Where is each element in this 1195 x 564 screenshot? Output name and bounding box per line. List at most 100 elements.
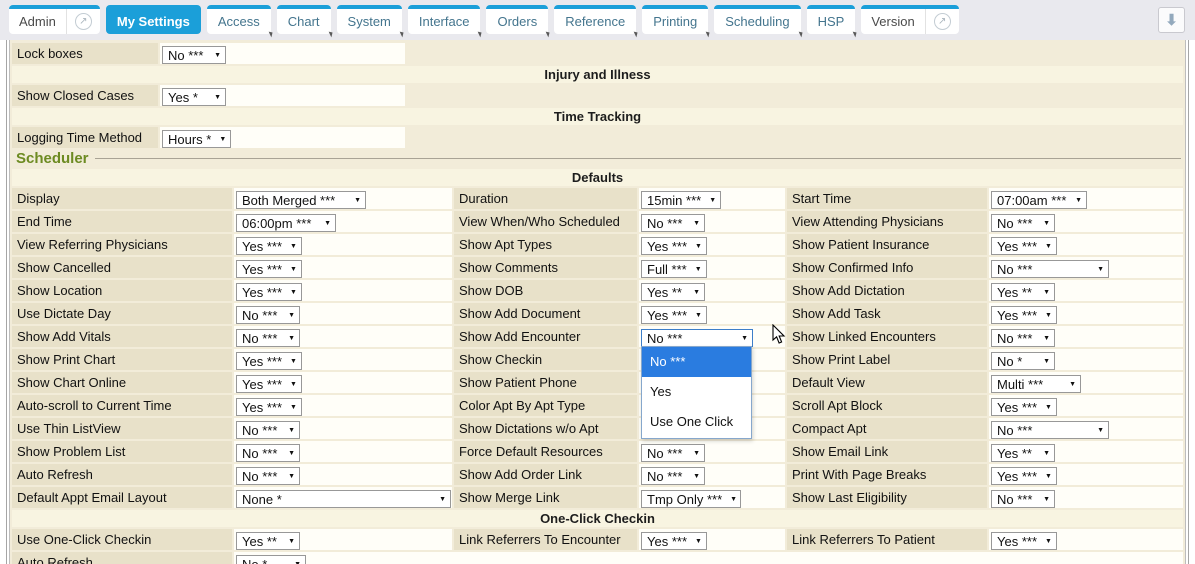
select-value: Full *** <box>647 259 687 280</box>
show-chart-online-select[interactable]: Yes ***▼ <box>236 375 302 393</box>
section-header-one-click: One-Click Checkin <box>12 510 1183 527</box>
chevron-down-icon: ▼ <box>219 129 226 150</box>
setting-label: Show Location <box>12 280 232 301</box>
default-appt-email-select[interactable]: None *▼ <box>236 490 451 508</box>
select-value: Yes * <box>168 87 198 108</box>
setting-label: Display <box>12 188 232 209</box>
chevron-down-icon: ▼ <box>354 190 361 211</box>
view-when-who-select[interactable]: No ***▼ <box>641 214 705 232</box>
show-confirmed-info-select[interactable]: No ***▼ <box>991 260 1109 278</box>
show-merge-link-select[interactable]: Tmp Only ***▼ <box>641 490 741 508</box>
show-patient-insurance-select[interactable]: Yes ***▼ <box>991 237 1057 255</box>
setting-label: Show Add Order Link <box>454 464 637 485</box>
show-cancelled-select[interactable]: Yes ***▼ <box>236 260 302 278</box>
show-linked-encounters-select[interactable]: No ***▼ <box>991 329 1055 347</box>
duration-select[interactable]: 15min ***▼ <box>641 191 721 209</box>
auto-refresh-oneclick-select[interactable]: No *▼ <box>236 555 306 564</box>
show-problem-list-select[interactable]: No ***▼ <box>236 444 300 462</box>
tab-system[interactable]: System <box>337 5 402 34</box>
tab-version[interactable]: Version ↗ <box>861 5 958 34</box>
use-thin-listview-select[interactable]: No ***▼ <box>236 421 300 439</box>
show-closed-cases-select[interactable]: Yes *▼ <box>162 88 226 106</box>
start-time-select[interactable]: 07:00am ***▼ <box>991 191 1087 209</box>
select-value: Both Merged *** <box>242 190 335 211</box>
select-value: Yes *** <box>242 236 282 257</box>
setting-label: Show Comments <box>454 257 637 278</box>
view-attending-select[interactable]: No ***▼ <box>991 214 1055 232</box>
show-add-document-select[interactable]: Yes ***▼ <box>641 306 707 324</box>
chevron-down-icon: ▼ <box>294 554 301 564</box>
tab-chart[interactable]: Chart <box>277 5 331 34</box>
tab-printing[interactable]: Printing <box>642 5 708 34</box>
setting-label: Show DOB <box>454 280 637 301</box>
print-page-breaks-select[interactable]: Yes ***▼ <box>991 467 1057 485</box>
dropdown-option-no[interactable]: No *** <box>642 347 751 377</box>
setting-label: Link Referrers To Patient <box>787 529 987 550</box>
compact-apt-select[interactable]: No ***▼ <box>991 421 1109 439</box>
dropdown-options-list: No *** Yes Use One Click <box>641 346 752 439</box>
tab-scheduling[interactable]: Scheduling <box>714 5 800 34</box>
setting-label: Show Dictations w/o Apt <box>454 418 637 439</box>
setting-label: Show Closed Cases <box>12 85 158 106</box>
select-value: Yes ** <box>997 443 1032 464</box>
show-add-encounter-select[interactable]: No ***▼ <box>641 329 753 347</box>
tab-interface[interactable]: Interface <box>408 5 481 34</box>
settings-page: Lock boxes No ***▼ Injury and Illness Sh… <box>6 40 1189 564</box>
show-print-label-select[interactable]: No *▼ <box>991 352 1055 370</box>
setting-label: Show Checkin <box>454 349 637 370</box>
use-dictate-day-select[interactable]: No ***▼ <box>236 306 300 324</box>
show-add-dictation-select[interactable]: Yes **▼ <box>991 283 1055 301</box>
tab-hsp[interactable]: HSP <box>807 5 856 34</box>
dropdown-option-use-one-click[interactable]: Use One Click <box>642 407 751 437</box>
auto-scroll-select[interactable]: Yes ***▼ <box>236 398 302 416</box>
select-value: Yes *** <box>997 397 1037 418</box>
tab-my-settings[interactable]: My Settings <box>106 5 201 34</box>
show-location-select[interactable]: Yes ***▼ <box>236 283 302 301</box>
chevron-down-icon: ▼ <box>288 443 295 464</box>
logging-time-method-select[interactable]: Hours *▼ <box>162 130 231 148</box>
show-email-link-select[interactable]: Yes **▼ <box>991 444 1055 462</box>
tab-version-label[interactable]: Version <box>861 9 924 34</box>
setting-row: View Referring Physicians Yes ***▼ Show … <box>12 234 1183 255</box>
chevron-down-icon: ▼ <box>693 466 700 487</box>
setting-row: Show Cancelled Yes ***▼ Show Comments Fu… <box>12 257 1183 278</box>
setting-label: Show Add Encounter <box>454 326 637 347</box>
use-one-click-checkin-select[interactable]: Yes **▼ <box>236 532 300 550</box>
chevron-down-icon: ▼ <box>1045 397 1052 418</box>
tab-admin-label[interactable]: Admin <box>9 9 66 34</box>
end-time-select[interactable]: 06:00pm ***▼ <box>236 214 336 232</box>
select-value: None * <box>242 489 282 510</box>
tab-reference[interactable]: Reference <box>554 5 636 34</box>
show-add-task-select[interactable]: Yes ***▼ <box>991 306 1057 324</box>
display-select[interactable]: Both Merged *** ▼ <box>236 191 366 209</box>
setting-label: Show Apt Types <box>454 234 637 255</box>
force-default-resources-select[interactable]: No ***▼ <box>641 444 705 462</box>
show-add-order-link-select[interactable]: No ***▼ <box>641 467 705 485</box>
show-dob-select[interactable]: Yes **▼ <box>641 283 705 301</box>
link-referrers-patient-select[interactable]: Yes ***▼ <box>991 532 1057 550</box>
tab-orders[interactable]: Orders <box>486 5 548 34</box>
lock-boxes-select[interactable]: No ***▼ <box>162 46 226 64</box>
setting-row: Show Problem List No ***▼ Force Default … <box>12 441 1183 462</box>
setting-label: View When/Who Scheduled <box>454 211 637 232</box>
scroll-apt-block-select[interactable]: Yes *** ▼ <box>991 398 1057 416</box>
chevron-down-icon: ▼ <box>730 489 737 510</box>
show-comments-select[interactable]: Full ***▼ <box>641 260 707 278</box>
show-print-chart-select[interactable]: Yes ***▼ <box>236 352 302 370</box>
dropdown-option-yes[interactable]: Yes <box>642 377 751 407</box>
scroll-down-button[interactable]: ⬇ <box>1158 7 1185 33</box>
chevron-down-icon: ▼ <box>1043 282 1050 303</box>
setting-label: Use Dictate Day <box>12 303 232 324</box>
link-referrers-encounter-select[interactable]: Yes ***▼ <box>641 532 707 550</box>
tab-admin[interactable]: Admin ↗ <box>9 5 100 34</box>
setting-row: Lock boxes No ***▼ <box>12 43 1183 64</box>
view-referring-select[interactable]: Yes ***▼ <box>236 237 302 255</box>
tab-access[interactable]: Access <box>207 5 271 34</box>
auto-refresh-select[interactable]: No ***▼ <box>236 467 300 485</box>
show-add-vitals-select[interactable]: No ***▼ <box>236 329 300 347</box>
show-last-eligibility-select[interactable]: No ***▼ <box>991 490 1055 508</box>
default-view-select[interactable]: Multi ***▼ <box>991 375 1081 393</box>
show-apt-types-select[interactable]: Yes ***▼ <box>641 237 707 255</box>
setting-label: End Time <box>12 211 232 232</box>
chevron-down-icon: ▼ <box>693 213 700 234</box>
